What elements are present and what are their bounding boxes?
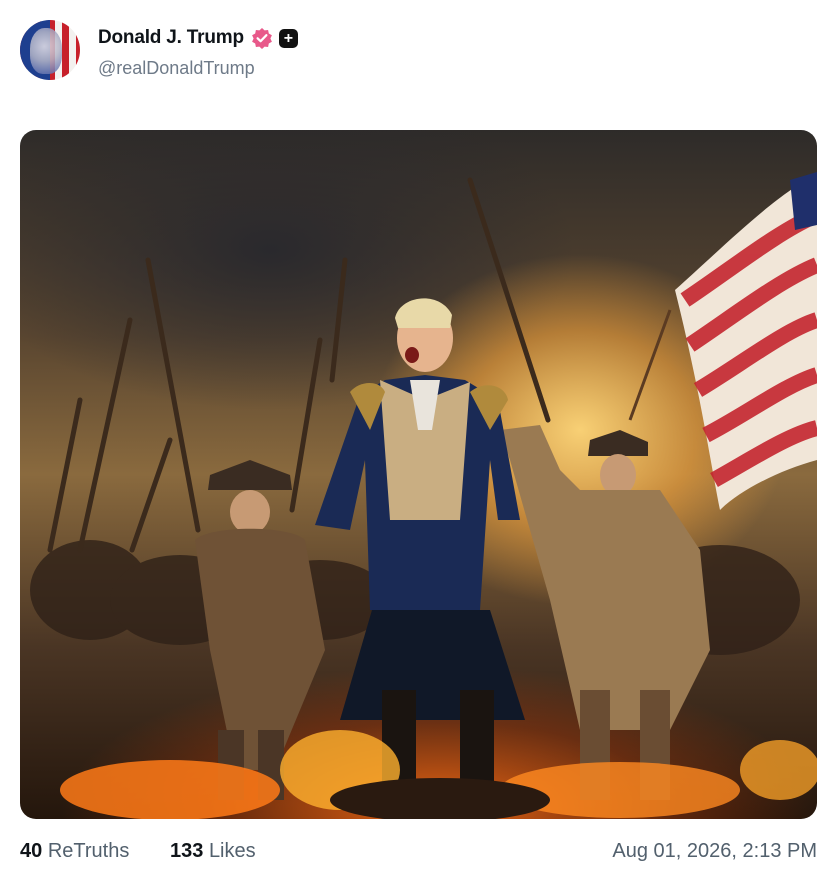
- avatar[interactable]: [20, 20, 80, 80]
- retruths-count: 40: [20, 840, 43, 862]
- post-image[interactable]: [20, 130, 817, 819]
- post-header: Donald J. Trump + @realDonaldTrump: [20, 20, 800, 84]
- author-display-name[interactable]: Donald J. Trump: [98, 27, 244, 49]
- likes-count: 133: [170, 840, 204, 862]
- likes-label: Likes: [208, 840, 256, 862]
- plus-square-icon: +: [278, 28, 298, 48]
- author-handle[interactable]: @realDonaldTrump: [98, 58, 255, 79]
- likes-stat[interactable]: 133 Likes: [170, 840, 256, 863]
- post-footer: 40 ReTruths 133 Likes Aug 01, 2026, 2:13…: [20, 836, 817, 866]
- retruths-label: ReTruths: [47, 840, 130, 862]
- author-name-row: Donald J. Trump +: [98, 26, 298, 50]
- retruths-stat[interactable]: 40 ReTruths: [20, 840, 129, 863]
- painting-image: [30, 172, 817, 819]
- verified-badge-icon: [251, 27, 273, 49]
- post-timestamp[interactable]: Aug 01, 2026, 2:13 PM: [612, 840, 817, 863]
- avatar-portrait: [30, 28, 62, 74]
